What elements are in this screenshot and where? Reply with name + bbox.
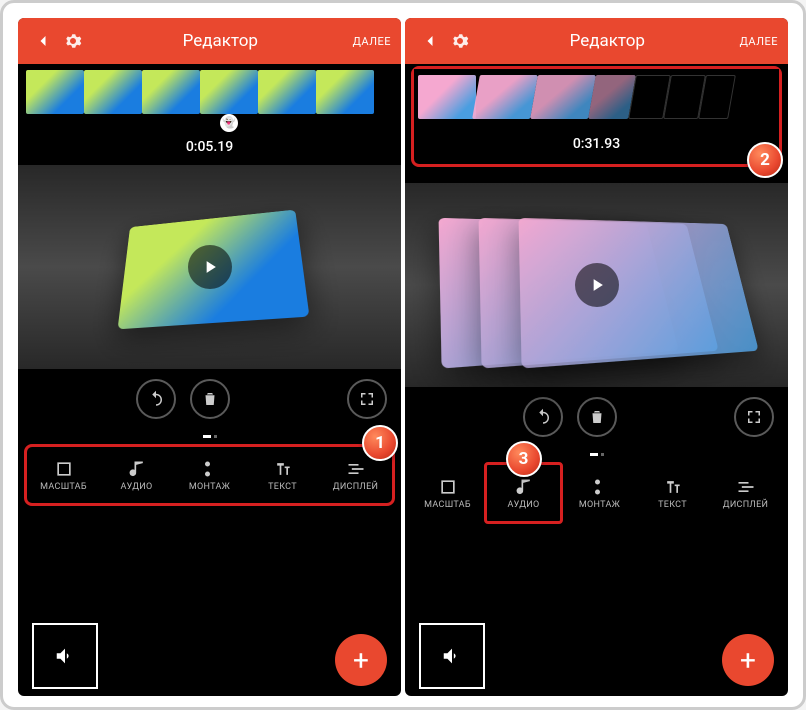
thumbnail[interactable]	[316, 70, 374, 114]
annotation-1: 1	[362, 425, 398, 461]
tool-audio[interactable]: АУДИО	[100, 447, 173, 503]
bottom-bar: +	[18, 616, 401, 696]
screenshot-right: Редактор ДАЛЕЕ 0:31.93 2	[405, 18, 788, 696]
thumbnail[interactable]	[698, 75, 736, 119]
tool-label: МОНТАЖ	[189, 482, 230, 492]
delete-button[interactable]	[190, 379, 230, 419]
tool-label: МОНТАЖ	[579, 500, 620, 510]
thumbnail[interactable]: 👻	[200, 70, 258, 114]
tool-text[interactable]: ТЕКСТ	[636, 462, 709, 524]
action-row	[405, 387, 788, 447]
sound-toggle[interactable]	[419, 623, 485, 689]
page-indicator	[18, 429, 401, 444]
timestamp-display: 0:05.19	[18, 119, 401, 165]
thumbnail[interactable]	[418, 75, 476, 119]
timeline-highlighted: 0:31.93 2	[411, 66, 782, 167]
settings-button[interactable]	[445, 26, 475, 56]
toolbar: МАСШТАБ 3 АУДИО МОНТАЖ ТЕКСТ ДИСПЛЕЙ	[411, 462, 782, 524]
tool-montage[interactable]: МОНТАЖ	[173, 447, 246, 503]
tool-label: АУДИО	[507, 500, 539, 510]
undo-button[interactable]	[523, 397, 563, 437]
play-button[interactable]	[188, 245, 232, 289]
timestamp-display: 0:31.93	[414, 124, 779, 164]
tool-text[interactable]: ТЕКСТ	[246, 447, 319, 503]
annotation-3: 3	[506, 441, 542, 477]
tool-label: ТЕКСТ	[658, 500, 687, 510]
screenshot-left: Редактор ДАЛЕЕ 👻 0:05.19 1 МАСШТАБ А	[18, 18, 401, 696]
tool-label: МАСШТАБ	[424, 500, 471, 510]
sound-toggle[interactable]	[32, 623, 98, 689]
thumbnail[interactable]	[142, 70, 200, 114]
tool-label: ДИСПЛЕЙ	[723, 500, 768, 510]
thumbnail[interactable]	[258, 70, 316, 114]
tool-label: ТЕКСТ	[268, 482, 297, 492]
annotation-2: 2	[747, 142, 783, 178]
timeline-thumbnails[interactable]	[414, 69, 779, 124]
delete-button[interactable]	[577, 397, 617, 437]
tool-audio-highlighted[interactable]: 3 АУДИО	[484, 462, 563, 524]
comparison-container: Редактор ДАЛЕЕ 👻 0:05.19 1 МАСШТАБ А	[0, 0, 806, 710]
bottom-bar: +	[405, 616, 788, 696]
page-indicator	[405, 447, 788, 462]
thumbnail[interactable]	[26, 70, 84, 114]
next-button[interactable]: ДАЛЕЕ	[353, 35, 391, 48]
app-header: Редактор ДАЛЕЕ	[18, 18, 401, 64]
video-preview[interactable]	[405, 183, 788, 387]
back-button[interactable]	[415, 26, 445, 56]
app-header: Редактор ДАЛЕЕ	[405, 18, 788, 64]
page-title: Редактор	[475, 31, 740, 51]
thumbnail[interactable]	[530, 75, 596, 119]
video-preview[interactable]	[18, 165, 401, 369]
thumbnail[interactable]	[84, 70, 142, 114]
page-title: Редактор	[88, 31, 353, 51]
timeline-thumbnails[interactable]: 👻	[18, 64, 401, 119]
play-button[interactable]	[575, 263, 619, 307]
action-row	[18, 369, 401, 429]
tool-display[interactable]: ДИСПЛЕЙ	[709, 462, 782, 524]
tool-montage[interactable]: МОНТАЖ	[563, 462, 636, 524]
fullscreen-button[interactable]	[347, 379, 387, 419]
tool-scale[interactable]: МАСШТАБ	[27, 447, 100, 503]
thumbnail[interactable]	[472, 75, 538, 119]
add-button[interactable]: +	[335, 634, 387, 686]
settings-button[interactable]	[58, 26, 88, 56]
preview-frame	[519, 218, 759, 369]
back-button[interactable]	[28, 26, 58, 56]
tool-label: МАСШТАБ	[40, 482, 87, 492]
tool-label: ДИСПЛЕЙ	[333, 482, 378, 492]
fullscreen-button[interactable]	[734, 397, 774, 437]
toolbar-highlighted: 1 МАСШТАБ АУДИО МОНТАЖ ТЕКСТ ДИСПЛЕЙ	[24, 444, 395, 506]
add-button[interactable]: +	[722, 634, 774, 686]
undo-button[interactable]	[136, 379, 176, 419]
tool-label: АУДИО	[120, 482, 152, 492]
tool-scale[interactable]: МАСШТАБ	[411, 462, 484, 524]
snap-marker-icon: 👻	[220, 114, 238, 132]
next-button[interactable]: ДАЛЕЕ	[740, 35, 778, 48]
